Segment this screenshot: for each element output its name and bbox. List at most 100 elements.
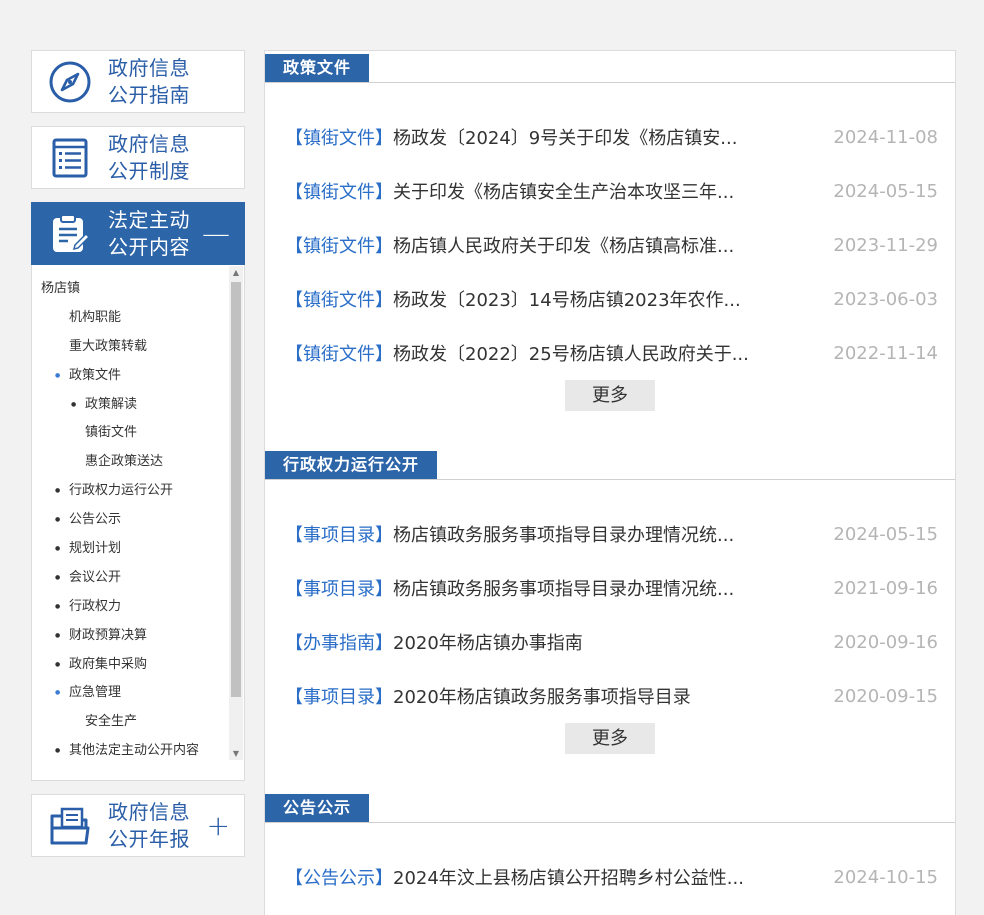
nav-guide[interactable]: 政府信息 公开指南 <box>31 50 245 113</box>
article-date: 2023-06-03 <box>833 288 938 310</box>
article-category-tag: 【镇街文件】 <box>285 344 393 365</box>
article-row[interactable]: 【镇街文件】杨店镇人民政府关于印发《杨店镇高标准... 2023-11-29 <box>285 218 938 272</box>
article-title[interactable]: 【办事指南】2020年杨店镇办事指南 <box>285 629 583 655</box>
article-row[interactable]: 【镇街文件】杨政发〔2023〕14号杨店镇2023年农作... 2023-06-0… <box>285 272 938 326</box>
article-date: 2024-05-15 <box>833 180 938 202</box>
article-title-text: 杨店镇人民政府关于印发《杨店镇高标准... <box>393 236 735 257</box>
nav-proactive-content[interactable]: 法定主动 公开内容 — <box>31 202 245 265</box>
article-title[interactable]: 【镇街文件】杨政发〔2024〕9号关于印发《杨店镇安... <box>285 124 737 150</box>
more-button[interactable]: 更多 <box>565 380 655 411</box>
category-tree-panel: 杨店镇 机构职能 重大政策转载 ● 政策文件 ● 政策解读 镇街文件 惠企政策送达 ● 行政权力运行… <box>31 265 245 781</box>
article-title-text: 2020年杨店镇政务服务事项指导目录 <box>393 687 691 708</box>
article-category-tag: 【镇街文件】 <box>285 182 393 203</box>
article-list: 【公告公示】2024年汶上县杨店镇公开招聘乡村公益性... 2024-10-15 <box>265 823 955 904</box>
article-title[interactable]: 【镇街文件】杨店镇人民政府关于印发《杨店镇高标准... <box>285 232 734 258</box>
article-date: 2020-09-15 <box>833 685 938 707</box>
tree-item[interactable]: ● 政府集中采购 <box>41 651 228 680</box>
tree-item[interactable]: ● 其他法定主动公开内容 <box>41 737 228 766</box>
scroll-up-arrow-icon[interactable]: ▲ <box>229 266 243 280</box>
bullet-icon: ● <box>55 487 61 495</box>
tree-item-label: 安全生产 <box>85 714 138 730</box>
expand-icon[interactable]: + <box>207 811 230 840</box>
tree-item[interactable]: ● 财政预算决算 <box>41 622 228 651</box>
article-list: 【镇街文件】杨政发〔2024〕9号关于印发《杨店镇安... 2024-11-08 【… <box>265 83 955 380</box>
tree-item-label: 政策解读 <box>85 396 138 412</box>
tree-item[interactable]: ● 政策文件 <box>41 362 228 391</box>
section-title[interactable]: 公告公示 <box>265 794 370 822</box>
article-row[interactable]: 【镇街文件】杨政发〔2022〕25号杨店镇人民政府关于... 2022-11-14 <box>285 326 938 380</box>
more-button[interactable]: 更多 <box>565 723 655 754</box>
article-row[interactable]: 【镇街文件】杨政发〔2024〕9号关于印发《杨店镇安... 2024-11-08 <box>285 110 938 164</box>
article-title-text: 2020年杨店镇办事指南 <box>393 633 583 654</box>
article-date: 2020-09-16 <box>833 631 938 653</box>
nav-annual-report[interactable]: 政府信息 公开年报 + <box>31 794 245 857</box>
article-title[interactable]: 【事项目录】2020年杨店镇政务服务事项指导目录 <box>285 683 691 709</box>
article-category-tag: 【镇街文件】 <box>285 128 393 149</box>
article-title[interactable]: 【事项目录】杨店镇政务服务事项指导目录办理情况统... <box>285 575 734 601</box>
article-title[interactable]: 【镇街文件】杨政发〔2023〕14号杨店镇2023年农作... <box>285 286 741 312</box>
scroll-down-arrow-icon[interactable]: ▼ <box>229 747 243 761</box>
nav-proactive-line2: 公开内容 <box>108 234 190 259</box>
tree-item-label: 杨店镇 <box>41 281 81 296</box>
article-title-text: 2024年汶上县杨店镇公开招聘乡村公益性... <box>393 868 744 889</box>
article-date: 2024-10-15 <box>833 866 938 888</box>
tree-item[interactable]: ● 行政权力运行公开 <box>41 477 228 506</box>
tree-item[interactable]: ● 政策解读 <box>41 391 228 420</box>
tree-item[interactable]: 镇街文件 <box>41 419 228 448</box>
scrollbar-thumb[interactable] <box>231 282 241 697</box>
tree-item[interactable]: ● 会议公开 <box>41 564 228 593</box>
nav-system-line1: 政府信息 <box>108 131 190 156</box>
tree-item[interactable]: 杨店镇 <box>41 275 228 304</box>
bullet-icon: ● <box>55 516 61 524</box>
section-title[interactable]: 政策文件 <box>265 54 370 82</box>
bullet-icon: ● <box>55 545 61 553</box>
article-title[interactable]: 【镇街文件】杨政发〔2022〕25号杨店镇人民政府关于... <box>285 340 749 366</box>
article-row[interactable]: 【事项目录】杨店镇政务服务事项指导目录办理情况统... 2024-05-15 <box>285 507 938 561</box>
category-tree: 杨店镇 机构职能 重大政策转载 ● 政策文件 ● 政策解读 镇街文件 惠企政策送达 ● 行政权力运行… <box>32 265 228 766</box>
tree-item-label: 会议公开 <box>69 569 122 585</box>
tree-item[interactable]: ● 公告公示 <box>41 506 228 535</box>
article-date: 2024-11-08 <box>833 126 938 148</box>
tree-item[interactable]: ● 应急管理 <box>41 679 228 708</box>
tree-item[interactable]: 机构职能 <box>41 304 228 333</box>
nav-system[interactable]: 政府信息 公开制度 <box>31 126 245 189</box>
sidebar: 政府信息 公开指南 政府信息 公开制度 法定主动 公开内容 — 杨店镇 机构职能… <box>31 50 245 857</box>
tree-item-label: 政策文件 <box>69 367 122 383</box>
bullet-icon: ● <box>55 660 61 668</box>
article-row[interactable]: 【镇街文件】关于印发《杨店镇安全生产治本攻坚三年... 2024-05-15 <box>285 164 938 218</box>
article-date: 2024-05-15 <box>833 523 938 545</box>
tree-scrollbar[interactable]: ▲ ▼ <box>229 266 243 760</box>
article-title-text: 杨政发〔2022〕25号杨店镇人民政府关于... <box>393 344 749 365</box>
nav-proactive-line1: 法定主动 <box>108 207 190 232</box>
tree-item[interactable]: 惠企政策送达 <box>41 448 228 477</box>
article-title-text: 关于印发《杨店镇安全生产治本攻坚三年... <box>393 182 735 203</box>
section-title[interactable]: 行政权力运行公开 <box>265 451 438 479</box>
article-title[interactable]: 【公告公示】2024年汶上县杨店镇公开招聘乡村公益性... <box>285 864 744 890</box>
bullet-icon: ● <box>71 400 77 408</box>
tree-item[interactable]: ● 行政权力 <box>41 593 228 622</box>
bullet-icon: ● <box>55 573 61 581</box>
article-row[interactable]: 【公告公示】2024年汶上县杨店镇公开招聘乡村公益性... 2024-10-15 <box>285 850 938 904</box>
article-row[interactable]: 【事项目录】杨店镇政务服务事项指导目录办理情况统... 2021-09-16 <box>285 561 938 615</box>
tree-item[interactable]: 重大政策转载 <box>41 333 228 362</box>
article-row[interactable]: 【事项目录】2020年杨店镇政务服务事项指导目录 2020-09-15 <box>285 669 938 723</box>
tree-item-label: 公告公示 <box>69 512 122 528</box>
article-title[interactable]: 【镇街文件】关于印发《杨店镇安全生产治本攻坚三年... <box>285 178 734 204</box>
collapse-icon[interactable]: — <box>202 219 230 248</box>
nav-guide-line2: 公开指南 <box>108 82 190 107</box>
tree-item-label: 行政权力 <box>69 598 122 614</box>
section-admin-power: 行政权力运行公开 【事项目录】杨店镇政务服务事项指导目录办理情况统... 2024… <box>265 448 955 754</box>
article-category-tag: 【镇街文件】 <box>285 236 393 257</box>
bullet-icon: ● <box>55 631 61 639</box>
article-title[interactable]: 【事项目录】杨店镇政务服务事项指导目录办理情况统... <box>285 521 734 547</box>
tree-item[interactable]: ● 规划计划 <box>41 535 228 564</box>
article-category-tag: 【事项目录】 <box>285 687 393 708</box>
list-document-icon <box>32 127 108 188</box>
article-date: 2022-11-14 <box>833 342 938 364</box>
article-category-tag: 【公告公示】 <box>285 868 393 889</box>
folder-document-icon <box>32 795 108 856</box>
article-row[interactable]: 【办事指南】2020年杨店镇办事指南 2020-09-16 <box>285 615 938 669</box>
tree-item-label: 镇街文件 <box>85 425 138 441</box>
tree-item[interactable]: 安全生产 <box>41 708 228 737</box>
nav-system-line2: 公开制度 <box>108 158 190 183</box>
